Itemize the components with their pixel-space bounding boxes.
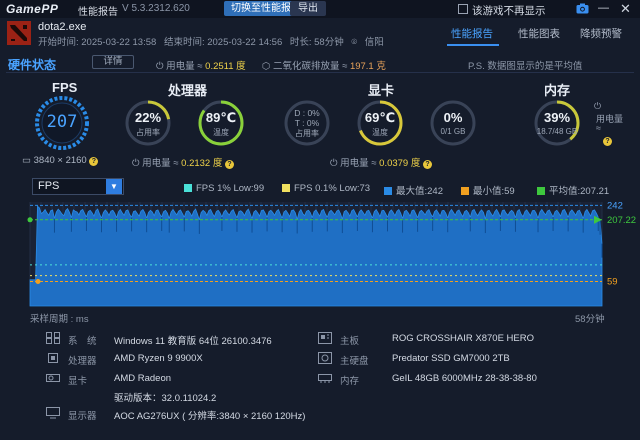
cpu-icon xyxy=(46,352,60,367)
gpu-usage-label: 占用率 xyxy=(295,129,319,138)
legend-low1: FPS 1% Low:99 xyxy=(184,183,264,194)
gpu-temp-label: 温度 xyxy=(372,128,388,137)
legend-max: 最大值:242 xyxy=(384,183,443,197)
legend-min: 最小值:59 xyxy=(461,183,515,197)
legend-swatch xyxy=(461,187,469,195)
memory-usage-value: 39% xyxy=(543,110,571,125)
cpu-plug-icon: ⏻ xyxy=(132,158,143,169)
legend-avg: 平均值:207.21 xyxy=(537,183,609,197)
spec-value-driver: 驱动版本：32.0.11024.2 xyxy=(114,393,217,404)
vram-label: 0/1 GB xyxy=(440,127,466,136)
monitor-icon xyxy=(46,407,60,422)
memory-icon xyxy=(318,372,332,387)
memory-plug-icon: ⏻ xyxy=(594,101,602,111)
min-marker xyxy=(35,278,41,284)
vram-value: 0% xyxy=(443,110,463,125)
spec-key-gpu: 显卡 xyxy=(68,376,88,387)
spec-key-monitor: 显示器 xyxy=(68,411,97,422)
memory-help-icon[interactable]: ? xyxy=(603,134,612,146)
spec-key-cpu: 处理器 xyxy=(68,356,97,367)
gpu-icon xyxy=(46,372,60,387)
fps-chart: 242 207.22 59 xyxy=(27,200,636,307)
spec-key-motherboard: 主板 xyxy=(340,336,360,347)
spec-value-memory: GeIL 48GB 6000MHz 28-38-38-80 xyxy=(392,373,537,384)
cpu-power: ⏻ 用电量 ≈ 0.2132 度 ? xyxy=(132,155,234,169)
fps-series-area xyxy=(29,205,603,307)
memory-power-approx: ≈ xyxy=(596,123,601,133)
resolution-help-icon[interactable]: ? xyxy=(89,157,99,166)
gpu-power: ⏻ 用电量 ≈ 0.0379 度 ? xyxy=(330,155,432,169)
spec-value-monitor: AOC AG276UX ( 分辨率:3840 × 2160 120Hz) xyxy=(114,411,306,422)
metric-select-value: FPS xyxy=(38,180,60,192)
spec-key-system: 系 统 xyxy=(68,336,97,347)
spec-value-gpu: AMD Radeon xyxy=(114,373,172,384)
gpu-t-usage: T : 0% xyxy=(294,118,320,128)
legend-swatch xyxy=(537,187,545,195)
spec-value-disk: Predator SSD GM7000 2TB xyxy=(392,353,510,364)
legend-low01: FPS 0.1% Low:73 xyxy=(282,183,370,194)
gpu-power-help-icon[interactable]: ? xyxy=(423,160,432,169)
chevron-down-icon[interactable]: ▼ xyxy=(106,179,122,194)
legend-swatch xyxy=(384,187,392,195)
monitor-small-icon: ▭ xyxy=(22,155,34,166)
gpu-plug-icon: ⏻ xyxy=(330,158,341,169)
avg-marker xyxy=(27,217,33,223)
cpu-temp-value: 89℃ xyxy=(205,110,237,125)
spec-key-memory: 内存 xyxy=(340,376,360,387)
gpu-temp-value: 69℃ xyxy=(364,110,396,125)
motherboard-icon xyxy=(318,332,332,347)
spec-value-system: Windows 11 教育版 64位 26100.3476 xyxy=(114,336,272,347)
min-axis-label: 59 xyxy=(607,276,618,287)
memory-usage-label: 18.7/48 GB xyxy=(536,127,578,136)
spec-key-disk: 主硬盘 xyxy=(340,356,369,367)
sample-period-label: 采样周期 : ms xyxy=(30,314,89,325)
resolution: ▭ 3840 × 2160 ? xyxy=(22,155,99,166)
gauges-layer xyxy=(35,96,580,150)
max-axis-label: 242 xyxy=(607,200,623,211)
chart-duration-label: 58分钟 xyxy=(575,314,605,325)
fps-value: 207 xyxy=(46,112,78,132)
cpu-usage-value: 22% xyxy=(134,110,162,125)
spec-value-motherboard: ROG CROSSHAIR X870E HERO xyxy=(392,333,535,344)
cpu-temp-label: 温度 xyxy=(213,128,229,137)
system-icon xyxy=(46,332,60,347)
gpu-d-usage: D : 0% xyxy=(294,108,320,118)
disk-icon xyxy=(318,352,332,367)
avg-axis-label: 207.22 xyxy=(607,215,636,226)
cpu-usage-label: 占用率 xyxy=(136,128,160,137)
spec-value-cpu: AMD Ryzen 9 9900X xyxy=(114,353,203,364)
legend-swatch xyxy=(184,184,192,192)
legend-swatch xyxy=(282,184,290,192)
cpu-power-help-icon[interactable]: ? xyxy=(225,160,234,169)
